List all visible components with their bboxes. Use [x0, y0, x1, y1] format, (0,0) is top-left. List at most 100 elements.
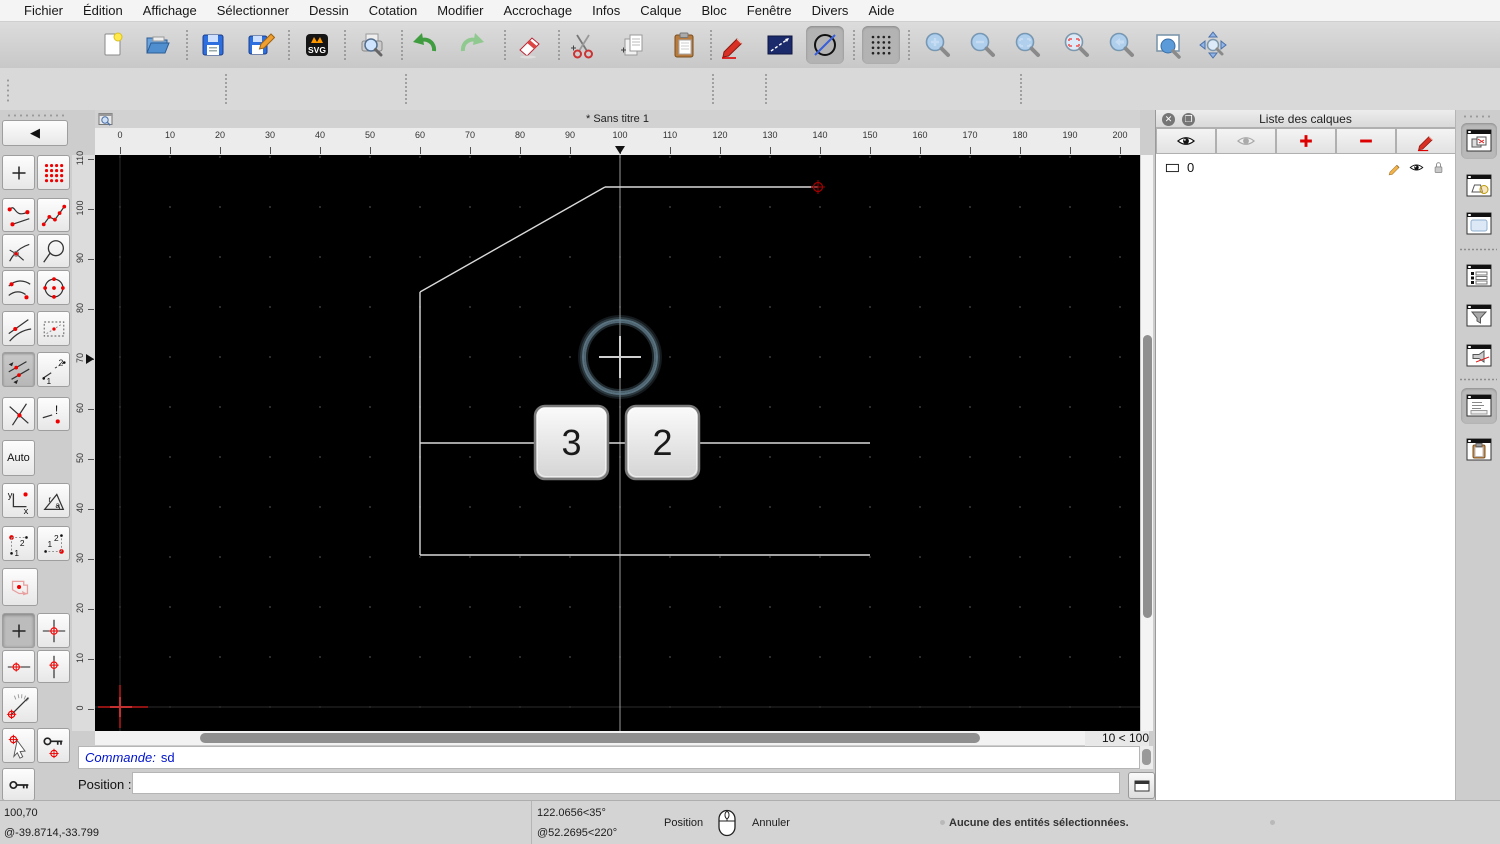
zoom-window-button[interactable] — [1008, 26, 1046, 64]
win-command-icon — [1466, 394, 1492, 417]
tool-polyline[interactable] — [37, 198, 70, 232]
save-button[interactable] — [194, 26, 232, 64]
zoom-out-button[interactable] — [963, 26, 1001, 64]
tool-tangent-fork[interactable] — [2, 234, 35, 268]
seq12-icon: 12 — [41, 357, 66, 384]
horizontal-scrollbar-thumb[interactable] — [200, 733, 980, 743]
menu-item-calque[interactable]: Calque — [630, 0, 691, 22]
menu-item-dessin[interactable]: Dessin — [299, 0, 359, 22]
menu-item-infos[interactable]: Infos — [582, 0, 630, 22]
vertical-scrollbar[interactable] — [1140, 155, 1153, 731]
line-mode-button[interactable] — [761, 26, 799, 64]
menu-item-bloc[interactable]: Bloc — [691, 0, 736, 22]
hruler-label: 100 — [612, 130, 628, 140]
zoom-auto-button[interactable] — [1194, 26, 1232, 64]
tool-lock-relative[interactable] — [2, 768, 35, 801]
tool-snap-lock-rel[interactable] — [37, 728, 70, 763]
copy-button[interactable] — [614, 26, 652, 64]
panel-tab-projection[interactable] — [1461, 338, 1497, 374]
tool-arc-point[interactable] — [2, 270, 35, 305]
grid-toggle-button[interactable] — [862, 26, 900, 64]
layer-row[interactable]: 0 — [1156, 156, 1455, 179]
tool-cross-point[interactable] — [2, 397, 35, 431]
toggle-command-window-button[interactable] — [1128, 772, 1155, 799]
layer-edit-icon[interactable] — [1386, 159, 1403, 176]
zoom-in-button[interactable] — [918, 26, 956, 64]
tool-auto[interactable]: Auto — [2, 440, 35, 476]
new-file-button[interactable] — [94, 26, 132, 64]
tool-exclaim-point[interactable]: ! — [37, 397, 70, 431]
tool-circle-center[interactable] — [37, 270, 70, 305]
tool-snap-angle[interactable] — [2, 687, 38, 723]
paste-button[interactable] — [665, 26, 703, 64]
redo-button[interactable] — [453, 26, 491, 64]
add-layer-button[interactable] — [1276, 128, 1336, 154]
zoom-page-button[interactable] — [1150, 26, 1188, 64]
menu-item-affichage[interactable]: Affichage — [133, 0, 207, 22]
delete-button[interactable] — [511, 26, 549, 64]
tool-snap-parallel[interactable] — [2, 352, 35, 387]
panel-tab-library[interactable] — [1461, 206, 1497, 242]
zoom-extents-button[interactable] — [1057, 26, 1095, 64]
tool-corner-21[interactable]: 12 — [37, 526, 70, 561]
menu-item-accrochage[interactable]: Accrochage — [493, 0, 582, 22]
command-value: sd — [160, 750, 175, 765]
open-button[interactable] — [139, 26, 177, 64]
tool-seq-12[interactable]: 12 — [37, 352, 70, 387]
undo-button[interactable] — [406, 26, 444, 64]
panel-title-bar[interactable]: ✕ ❐ Liste des calques — [1156, 110, 1455, 128]
tool-circle-loop[interactable] — [37, 234, 70, 268]
panel-tab-clipboard[interactable] — [1461, 432, 1497, 468]
tool-coord-cartesian[interactable]: yx — [2, 483, 35, 518]
print-preview-button[interactable] — [353, 26, 391, 64]
show-all-layers-button[interactable] — [1156, 128, 1216, 154]
menu-item-edition[interactable]: Édition — [73, 0, 133, 22]
menu-item-aide[interactable]: Aide — [858, 0, 904, 22]
toggle-others-button[interactable] — [1216, 128, 1276, 154]
palette-collapse-button[interactable]: ◀ — [2, 120, 68, 146]
layer-visible-icon[interactable] — [1408, 159, 1425, 176]
menu-item-divers[interactable]: Divers — [802, 0, 859, 22]
menu-item-cotation[interactable]: Cotation — [359, 0, 427, 22]
remove-layer-button[interactable] — [1336, 128, 1396, 154]
drawing-canvas[interactable]: 32 — [95, 155, 1140, 731]
tool-tangent-pair[interactable] — [2, 311, 35, 346]
command-history-scrollbar[interactable] — [1140, 746, 1153, 769]
menu-item-modifier[interactable]: Modifier — [427, 0, 493, 22]
hruler-tick — [820, 147, 821, 154]
panel-tab-command[interactable] — [1461, 388, 1497, 424]
zoom-previous-button[interactable] — [1102, 26, 1140, 64]
tool-point-grid[interactable] — [37, 155, 70, 190]
panel-tab-filter[interactable] — [1461, 298, 1497, 334]
eye-icon — [1409, 164, 1424, 171]
tool-snap-free[interactable] — [2, 613, 35, 648]
panel-tab-blocks[interactable] — [1461, 168, 1497, 204]
tool-snap-endpoint[interactable] — [37, 650, 70, 683]
tool-spline[interactable] — [2, 198, 35, 232]
command-line[interactable]: Commande: sd — [78, 746, 1140, 769]
panel-tab-layers[interactable] — [1461, 123, 1497, 159]
menu-item-fichier[interactable]: Fichier — [14, 0, 73, 22]
tool-snap-on-entity[interactable] — [2, 650, 35, 683]
menu-item-fenetre[interactable]: Fenêtre — [737, 0, 802, 22]
circle-mode-button[interactable] — [806, 26, 844, 64]
edit-layer-button[interactable] — [1396, 128, 1456, 154]
cut-button[interactable] — [564, 26, 602, 64]
layer-lock-icon[interactable] — [1430, 159, 1447, 176]
position-input[interactable] — [132, 772, 1120, 794]
tool-snap-grid[interactable] — [37, 613, 70, 648]
vertical-scrollbar-thumb[interactable] — [1143, 335, 1152, 618]
tool-snap-pointer[interactable] — [2, 728, 35, 763]
tool-box-diagonal[interactable] — [37, 311, 70, 346]
horizontal-scrollbar[interactable] — [95, 731, 1085, 745]
save-as-button[interactable] — [241, 26, 279, 64]
tool-point-single[interactable] — [2, 155, 35, 190]
panel-tab-views[interactable] — [1461, 258, 1497, 294]
tool-coord-polar[interactable]: ra — [37, 483, 70, 518]
svg-export-button[interactable]: SVG — [298, 26, 336, 64]
document-tab-bar[interactable]: * Sans titre 1 — [95, 110, 1140, 129]
menu-item-selectionner[interactable]: Sélectionner — [207, 0, 299, 22]
tool-select-entity[interactable] — [2, 568, 38, 606]
draw-button[interactable] — [714, 26, 752, 64]
tool-corner-12[interactable]: 12 — [2, 526, 35, 561]
